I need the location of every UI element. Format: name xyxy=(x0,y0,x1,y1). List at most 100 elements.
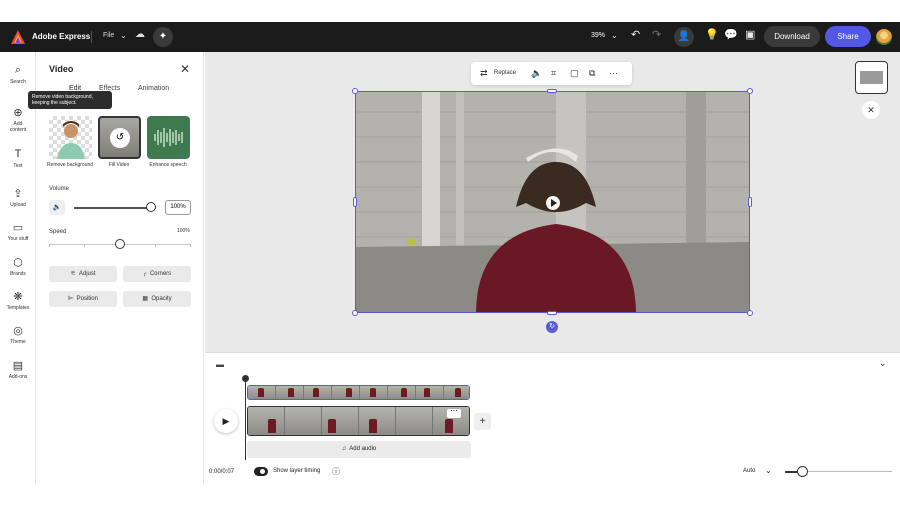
rotate-icon[interactable]: ↻ xyxy=(546,321,558,333)
volume-slider-track[interactable] xyxy=(74,207,152,209)
resize-handle-bottom[interactable] xyxy=(547,311,557,315)
rail-item-brands[interactable]: ⬡ Brands xyxy=(0,256,36,277)
timeline-grip-icon[interactable]: ▬ xyxy=(216,360,224,369)
video-element[interactable] xyxy=(355,91,750,313)
rail-item-search[interactable]: ⌕ Search xyxy=(0,64,36,85)
volume-slider-knob[interactable] xyxy=(146,202,156,212)
speed-value: 100% xyxy=(177,228,190,234)
replace-button[interactable]: Replace xyxy=(494,70,516,76)
play-button[interactable]: ▶ xyxy=(214,409,238,433)
magic-wand-icon[interactable]: ✦ xyxy=(153,27,173,47)
video-track-top[interactable] xyxy=(247,385,470,400)
video-track-main[interactable] xyxy=(247,406,470,436)
rail-item-text[interactable]: T Text xyxy=(0,148,36,169)
video-frame xyxy=(356,92,749,312)
invite-user-icon[interactable]: 👤 xyxy=(674,27,694,47)
corners-icon: ╭ xyxy=(142,271,147,277)
tooltip: Remove video background, keeping the sub… xyxy=(28,91,112,109)
volume-icon[interactable]: 🔈 xyxy=(531,68,542,79)
resize-handle-top-left[interactable] xyxy=(352,88,358,94)
comment-icon[interactable]: 💬 xyxy=(724,28,738,41)
rail-item-theme[interactable]: ◎ Theme xyxy=(0,324,36,345)
lightbulb-icon[interactable]: 💡 xyxy=(705,28,719,41)
layer-timing-toggle[interactable] xyxy=(254,467,268,476)
rail-item-your-stuff[interactable]: ▭ Your stuff xyxy=(0,221,36,242)
avatar[interactable] xyxy=(876,29,892,45)
redo-icon[interactable]: ↷ xyxy=(652,28,661,41)
upload-icon: ⇪ xyxy=(13,188,23,200)
speed-tick xyxy=(155,244,156,247)
resize-handle-bottom-right[interactable] xyxy=(747,310,753,316)
folder-icon: ▭ xyxy=(12,222,24,234)
video-panel: Video ✕ Edit Effects Animation Remove vi… xyxy=(28,52,204,484)
speed-slider-knob[interactable] xyxy=(115,239,125,249)
corners-button[interactable]: ╭ Corners xyxy=(123,266,191,282)
remove-background-label: Remove background xyxy=(46,162,94,168)
chevron-down-icon[interactable]: ⌄ xyxy=(120,31,127,40)
zoom-chevron-icon[interactable]: ⌄ xyxy=(611,31,618,40)
element-toolbar: ⇄ Replace 🔈 ⌗ ▢ ⧉ ⋯ xyxy=(471,62,632,85)
waveform-icon xyxy=(154,128,183,147)
speaker-icon[interactable]: 🔈 xyxy=(49,200,65,215)
adjust-icon: ⚟ xyxy=(70,271,76,277)
info-icon[interactable]: ⓘ xyxy=(332,466,340,477)
add-audio-button[interactable]: ♫ Add audio xyxy=(247,441,471,458)
resize-handle-bottom-left[interactable] xyxy=(352,310,358,316)
resize-handle-left[interactable] xyxy=(353,197,357,207)
comment-icon[interactable]: ▢ xyxy=(570,68,579,79)
rail-item-add-ons[interactable]: ▤ Add-ons xyxy=(0,359,36,380)
chevron-down-icon[interactable]: ⌄ xyxy=(765,466,772,475)
divider xyxy=(91,31,92,43)
left-rail: ⌕ Search ⊕ Add content T Text ⇪ Upload ▭… xyxy=(0,52,36,484)
crop-icon[interactable]: ⌗ xyxy=(551,68,556,79)
download-button[interactable]: Download xyxy=(764,26,820,47)
add-track-button[interactable]: + xyxy=(474,413,491,430)
tab-animation[interactable]: Animation xyxy=(138,85,169,92)
volume-value[interactable]: 100% xyxy=(165,200,191,215)
duplicate-icon[interactable]: ⧉ xyxy=(589,68,595,79)
rail-item-upload[interactable]: ⇪ Upload xyxy=(0,187,36,208)
timeline-zoom-knob[interactable] xyxy=(797,466,808,477)
position-icon: ⊫ xyxy=(68,296,74,302)
fill-icon: ↺ xyxy=(110,128,130,148)
close-icon[interactable]: ✕ xyxy=(862,101,880,119)
track-more-icon[interactable]: ⋯ xyxy=(447,408,461,418)
layer-timing-label: Show layer timing xyxy=(273,468,321,474)
fill-video-thumb[interactable]: ↺ xyxy=(98,116,141,159)
adobe-express-logo[interactable] xyxy=(11,30,25,44)
speed-tick xyxy=(190,244,191,247)
opacity-icon: ▦ xyxy=(142,296,148,302)
undo-icon[interactable]: ↶ xyxy=(631,28,640,41)
music-note-icon: ♫ xyxy=(341,446,347,452)
resize-handle-right[interactable] xyxy=(748,197,752,207)
file-menu[interactable]: File xyxy=(103,32,114,39)
enhance-speech-label: Enhance speech xyxy=(149,162,187,168)
remove-background-thumb[interactable] xyxy=(49,116,92,159)
theme-icon: ◎ xyxy=(13,325,23,337)
zoom-mode[interactable]: Auto xyxy=(743,468,755,474)
rail-item-templates[interactable]: ❋ Templates xyxy=(0,290,36,311)
text-icon: T xyxy=(14,148,22,160)
close-icon[interactable]: ✕ xyxy=(180,62,190,76)
resize-handle-top-right[interactable] xyxy=(747,88,753,94)
present-icon[interactable]: ▣ xyxy=(745,28,755,41)
more-icon[interactable]: ⋯ xyxy=(609,68,618,79)
speed-label: Speed xyxy=(49,229,67,235)
panel-title: Video xyxy=(49,64,74,74)
rail-item-add-content[interactable]: ⊕ Add content xyxy=(0,106,36,133)
addons-icon: ▤ xyxy=(12,360,24,372)
zoom-level[interactable]: 39% xyxy=(591,32,605,39)
page-thumbnail[interactable] xyxy=(855,61,888,94)
playhead[interactable] xyxy=(245,378,246,460)
playhead-handle[interactable] xyxy=(242,375,249,382)
resize-handle-top[interactable] xyxy=(547,89,557,93)
opacity-button[interactable]: ▦ Opacity xyxy=(123,291,191,307)
share-button[interactable]: Share xyxy=(825,26,871,47)
app-brand: Adobe Express xyxy=(32,32,91,41)
replace-icon[interactable]: ⇄ xyxy=(480,68,488,79)
cloud-icon[interactable]: ☁ xyxy=(135,29,145,40)
position-button[interactable]: ⊫ Position xyxy=(49,291,117,307)
enhance-speech-thumb[interactable] xyxy=(147,116,190,159)
chevron-down-icon[interactable]: ⌄ xyxy=(879,358,887,369)
adjust-button[interactable]: ⚟ Adjust xyxy=(49,266,117,282)
